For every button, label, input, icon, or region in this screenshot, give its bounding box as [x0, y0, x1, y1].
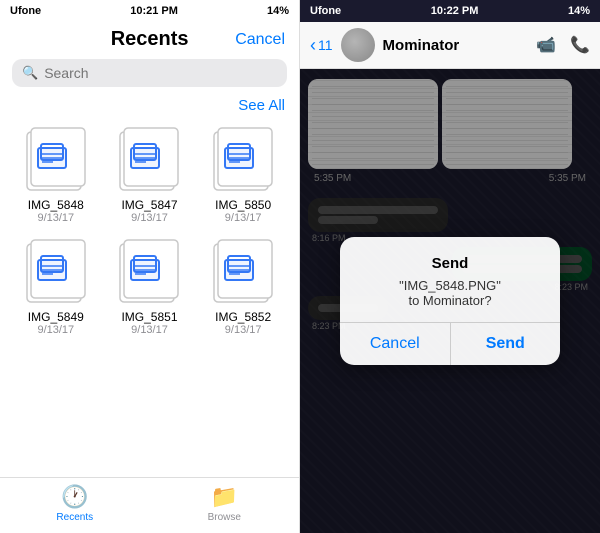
chat-header: ‹ 11 Mominator 📹 📞 — [300, 22, 600, 69]
left-panel: Ufone 10:21 PM 14% Recents Cancel 🔍 See … — [0, 0, 300, 533]
file-date: 9/13/17 — [225, 324, 262, 336]
file-date: 9/13/17 — [37, 324, 74, 336]
file-item[interactable]: IMG_5852 9/13/17 — [201, 234, 285, 336]
right-status-bar: Ufone 10:22 PM 14% — [300, 0, 600, 22]
dialog-content: Send "IMG_5848.PNG" to Mominator? — [340, 237, 560, 322]
file-icon — [22, 122, 90, 194]
file-name: IMG_5850 — [215, 198, 271, 212]
files-grid: IMG_5848 9/13/17 IMG_5847 9/13/17 — [0, 122, 299, 336]
file-name: IMG_5848 — [28, 198, 84, 212]
right-time: 10:22 PM — [431, 5, 479, 17]
dialog-recipient: to Mominator? — [360, 293, 540, 308]
avatar — [341, 28, 375, 62]
browse-icon: 📁 — [211, 484, 238, 510]
see-all-row: See All — [0, 97, 299, 122]
file-name: IMG_5851 — [121, 310, 177, 324]
search-input[interactable] — [44, 65, 277, 81]
video-call-icon[interactable]: 📹 — [536, 35, 556, 55]
back-button[interactable]: ‹ 11 — [310, 35, 333, 56]
recents-tab-label: Recents — [56, 512, 93, 523]
file-item[interactable]: IMG_5849 9/13/17 — [14, 234, 98, 336]
confirm-dialog: Send "IMG_5848.PNG" to Mominator? Cancel… — [340, 237, 560, 365]
dialog-buttons: Cancel Send — [340, 322, 560, 365]
dialog-title-send: Send — [360, 255, 540, 272]
header-icons: 📹 📞 — [536, 35, 590, 55]
file-icon — [115, 122, 183, 194]
right-battery: 14% — [568, 5, 590, 17]
recents-title: Recents — [64, 28, 235, 51]
contact-name: Mominator — [383, 37, 529, 54]
left-carrier: Ufone — [10, 5, 41, 17]
file-name: IMG_5852 — [215, 310, 271, 324]
left-status-bar: Ufone 10:21 PM 14% — [0, 0, 299, 22]
file-item[interactable]: IMG_5848 9/13/17 — [14, 122, 98, 224]
chat-background: 5:35 PM 5:35 PM 8:16 PM 8:23 PM — [300, 69, 600, 533]
avatar-image — [341, 28, 375, 62]
cancel-button[interactable]: Cancel — [235, 31, 285, 49]
file-date: 9/13/17 — [225, 212, 262, 224]
back-count: 11 — [318, 37, 333, 53]
see-all-link[interactable]: See All — [238, 97, 285, 114]
search-icon: 🔍 — [22, 65, 38, 81]
file-name: IMG_5847 — [121, 198, 177, 212]
browse-tab-label: Browse — [208, 512, 241, 523]
right-carrier: Ufone — [310, 5, 341, 17]
right-panel: Ufone 10:22 PM 14% ‹ 11 Mominator 📹 📞 — [300, 0, 600, 533]
dialog-overlay: Send "IMG_5848.PNG" to Mominator? Cancel… — [300, 69, 600, 533]
file-icon — [209, 234, 277, 306]
file-icon — [22, 234, 90, 306]
dialog-filename: "IMG_5848.PNG" — [360, 278, 540, 293]
left-battery: 14% — [267, 5, 289, 17]
tab-recents[interactable]: 🕐 Recents — [0, 484, 150, 523]
file-icon — [115, 234, 183, 306]
left-header: Recents Cancel — [0, 22, 299, 59]
dialog-cancel-button[interactable]: Cancel — [340, 323, 451, 365]
file-date: 9/13/17 — [37, 212, 74, 224]
file-item[interactable]: IMG_5850 9/13/17 — [201, 122, 285, 224]
file-item[interactable]: IMG_5851 9/13/17 — [108, 234, 192, 336]
left-time: 10:21 PM — [130, 5, 178, 17]
file-name: IMG_5849 — [28, 310, 84, 324]
file-date: 9/13/17 — [131, 324, 168, 336]
phone-call-icon[interactable]: 📞 — [570, 35, 590, 55]
chevron-left-icon: ‹ — [310, 35, 316, 56]
file-date: 9/13/17 — [131, 212, 168, 224]
bottom-tab-bar: 🕐 Recents 📁 Browse — [0, 477, 299, 533]
recents-icon: 🕐 — [61, 484, 88, 510]
file-item[interactable]: IMG_5847 9/13/17 — [108, 122, 192, 224]
dialog-send-button[interactable]: Send — [451, 323, 561, 365]
file-icon — [209, 122, 277, 194]
tab-browse[interactable]: 📁 Browse — [150, 484, 300, 523]
search-bar[interactable]: 🔍 — [12, 59, 287, 87]
